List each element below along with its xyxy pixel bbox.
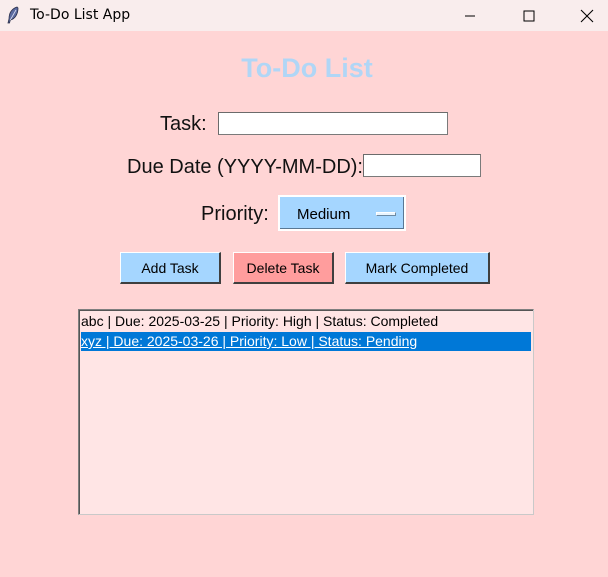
- due-date-input[interactable]: [363, 154, 481, 177]
- task-label: Task:: [160, 113, 207, 135]
- add-task-button[interactable]: Add Task: [120, 252, 221, 284]
- priority-label: Priority:: [201, 203, 269, 225]
- window-title: To-Do List App: [30, 7, 131, 23]
- task-listbox[interactable]: abc | Due: 2025-03-25 | Priority: High |…: [78, 309, 534, 515]
- feather-icon: [7, 6, 19, 24]
- maximize-icon: [523, 10, 535, 21]
- close-icon: [580, 9, 594, 22]
- list-item-selected[interactable]: xyz | Due: 2025-03-26 | Priority: Low | …: [81, 332, 531, 351]
- title-bar: To-Do List App: [0, 0, 608, 31]
- page-title: To-Do List: [241, 53, 373, 83]
- maximize-button[interactable]: [504, 0, 554, 31]
- dropdown-indicator-icon: [376, 212, 396, 216]
- close-button[interactable]: [562, 0, 608, 31]
- list-item[interactable]: abc | Due: 2025-03-25 | Priority: High |…: [81, 312, 531, 331]
- mark-completed-button[interactable]: Mark Completed: [345, 252, 490, 284]
- minimize-button[interactable]: [445, 0, 495, 31]
- task-input[interactable]: [218, 112, 448, 135]
- delete-task-button[interactable]: Delete Task: [233, 252, 334, 284]
- priority-selected-value: Medium: [297, 206, 351, 223]
- priority-dropdown[interactable]: Medium: [278, 195, 406, 231]
- due-date-label: Due Date (YYYY-MM-DD):: [127, 156, 363, 178]
- minimize-icon: [465, 15, 475, 16]
